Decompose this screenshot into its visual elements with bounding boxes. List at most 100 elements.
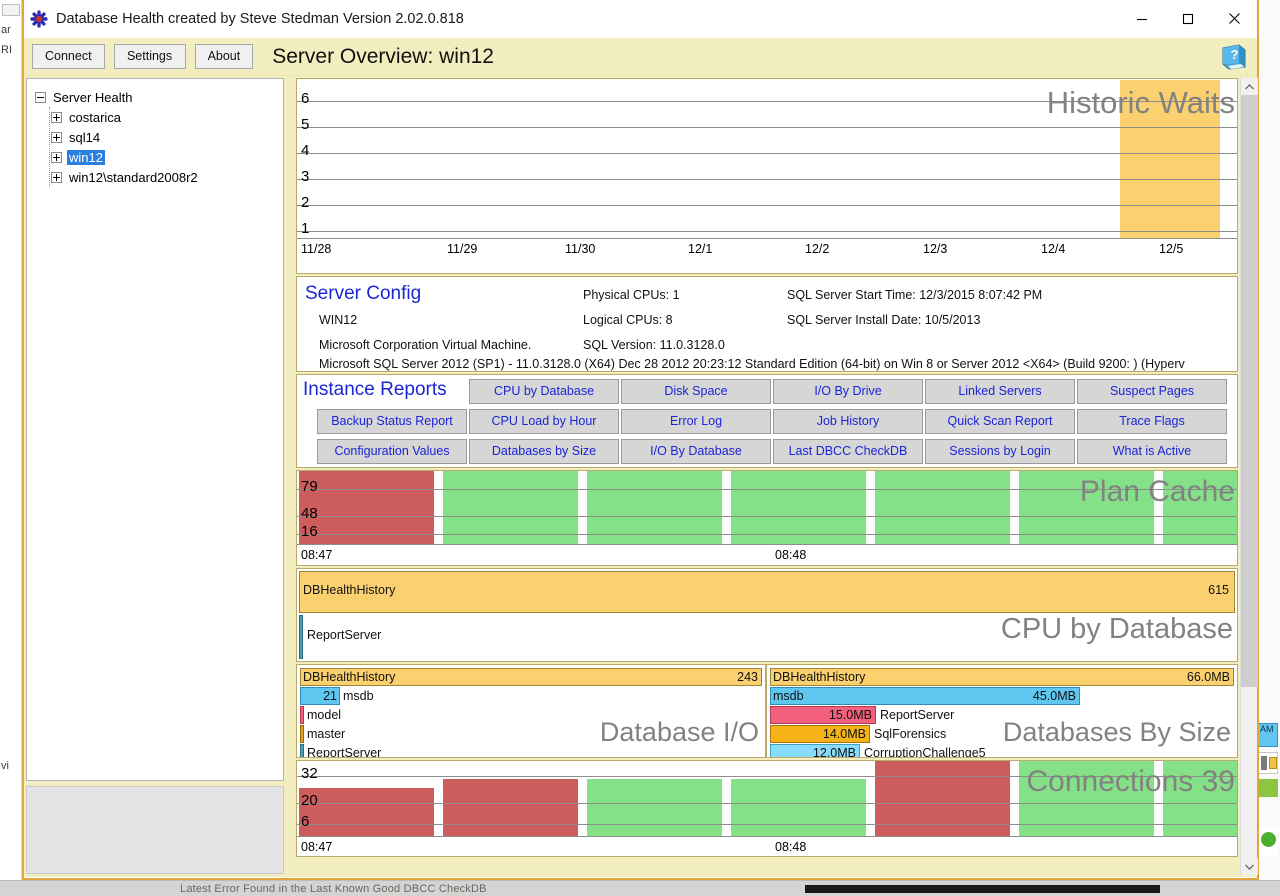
x-tick-label: 11/29 — [447, 242, 477, 256]
tree-node-win12[interactable]: win12 — [35, 147, 283, 167]
y-tick-label: 4 — [301, 143, 309, 158]
report-button-disk-space[interactable]: Disk Space — [621, 379, 771, 404]
x-tick-label: 11/30 — [565, 242, 595, 256]
window-body: Server Health costarica sql14 — [24, 76, 1257, 877]
instance-reports-title: Instance Reports — [303, 379, 447, 401]
db-size-value: 66.0MB — [1187, 668, 1230, 686]
toolbar: Connect Settings About Server Overview: … — [24, 38, 1257, 76]
expand-icon[interactable] — [51, 152, 62, 163]
report-button-quick-scan-report[interactable]: Quick Scan Report — [925, 409, 1075, 434]
svg-text:?: ? — [1231, 47, 1239, 62]
connections-bar — [443, 779, 578, 836]
gridline — [297, 153, 1237, 154]
x-tick-label: 08:47 — [301, 840, 332, 854]
title-bar: Database Health created by Steve Stedman… — [24, 0, 1257, 38]
server-config-panel: Server Config WIN12 Microsoft Corporatio… — [296, 276, 1238, 372]
collapse-icon[interactable] — [35, 92, 46, 103]
connect-button[interactable]: Connect — [32, 44, 105, 69]
historic-waits-highlight — [1120, 80, 1220, 238]
y-tick-label: 48 — [301, 506, 318, 521]
report-button-linked-servers[interactable]: Linked Servers — [925, 379, 1075, 404]
background-left-tile — [2, 4, 20, 16]
window-controls — [1119, 0, 1257, 38]
report-button-trace-flags[interactable]: Trace Flags — [1077, 409, 1227, 434]
scroll-up-arrow-icon[interactable] — [1241, 78, 1258, 95]
machine-info: Microsoft Corporation Virtual Machine. — [319, 338, 531, 352]
about-button[interactable]: About — [195, 44, 254, 69]
background-left-fragment-1: ar — [1, 24, 11, 36]
db-io-bar — [300, 744, 304, 758]
db-io-name: msdb — [343, 687, 374, 705]
db-size-value: 45.0MB — [770, 687, 1076, 705]
report-button-configuration-values[interactable]: Configuration Values — [317, 439, 467, 464]
instance-reports-panel: Instance Reports CPU by Database Disk Sp… — [296, 374, 1238, 468]
report-button-io-by-database[interactable]: I/O By Database — [621, 439, 771, 464]
report-button-job-history[interactable]: Job History — [773, 409, 923, 434]
background-left-fragment-3: vi — [1, 760, 9, 772]
gridline — [297, 776, 1237, 777]
db-size-name: CorruptionChallenge5 — [864, 744, 986, 758]
page-title: Server Overview: win12 — [272, 45, 494, 69]
report-button-cpu-load-by-hour[interactable]: CPU Load by Hour — [469, 409, 619, 434]
report-button-what-is-active[interactable]: What is Active — [1077, 439, 1227, 464]
tree-node-win12-standard2008r2[interactable]: win12\standard2008r2 — [35, 167, 283, 187]
gridline — [297, 534, 1237, 535]
expand-icon[interactable] — [51, 172, 62, 183]
gear-asterisk-icon — [30, 10, 48, 28]
report-button-databases-by-size[interactable]: Databases by Size — [469, 439, 619, 464]
x-tick-label: 08:47 — [301, 548, 332, 562]
content-scrollbar[interactable] — [1240, 78, 1257, 875]
gridline — [297, 101, 1237, 102]
tree-node-sql14[interactable]: sql14 — [35, 127, 283, 147]
report-button-suspect-pages[interactable]: Suspect Pages — [1077, 379, 1227, 404]
background-right-green-block — [1258, 779, 1278, 797]
report-button-last-dbcc-checkdb[interactable]: Last DBCC CheckDB — [773, 439, 923, 464]
cpu-db-name: ReportServer — [307, 628, 381, 642]
x-tick-label: 12/4 — [1041, 242, 1065, 256]
expand-icon[interactable] — [51, 132, 62, 143]
db-size-value: 14.0MB — [770, 725, 866, 743]
scroll-down-arrow-icon[interactable] — [1241, 858, 1258, 875]
cpu-db-value: 615 — [1208, 583, 1229, 597]
report-button-sessions-by-login[interactable]: Sessions by Login — [925, 439, 1075, 464]
connections-panel[interactable]: 32 20 6 08:47 08:48 Connections 39 — [296, 760, 1238, 857]
minimize-button[interactable] — [1119, 0, 1165, 38]
expand-icon[interactable] — [51, 112, 62, 123]
tree-node-costarica[interactable]: costarica — [35, 107, 283, 127]
server-tree-pane[interactable]: Server Health costarica sql14 — [26, 78, 284, 781]
report-button-backup-status-report[interactable]: Backup Status Report — [317, 409, 467, 434]
sql-version: SQL Version: 11.0.3128.0 — [583, 338, 725, 352]
database-io-panel[interactable]: DBHealthHistory 243 21 msdb model m — [296, 664, 766, 758]
gridline — [297, 516, 1237, 517]
report-button-cpu-by-database[interactable]: CPU by Database — [469, 379, 619, 404]
databases-by-size-panel[interactable]: DBHealthHistory 66.0MB msdb 45.0MB 15.0M… — [766, 664, 1238, 758]
y-tick-label: 5 — [301, 117, 309, 132]
server-config-title: Server Config — [305, 283, 421, 305]
help-book-icon[interactable]: ? — [1219, 42, 1249, 72]
plan-cache-panel[interactable]: 79 48 16 08:47 08:48 Plan Cache — [296, 470, 1238, 566]
cpu-by-database-panel[interactable]: DBHealthHistory 615 ReportServer CPU by … — [296, 568, 1238, 662]
y-tick-label: 3 — [301, 169, 309, 184]
tree-node-label: win12 — [67, 150, 105, 165]
y-tick-label: 20 — [301, 793, 318, 808]
historic-waits-panel[interactable]: 6 5 4 3 2 1 11/28 11/29 11/30 12/1 12/2 … — [296, 78, 1238, 274]
y-tick-label: 6 — [301, 91, 309, 106]
gridline — [297, 179, 1237, 180]
report-button-io-by-drive[interactable]: I/O By Drive — [773, 379, 923, 404]
maximize-button[interactable] — [1165, 0, 1211, 38]
close-button[interactable] — [1211, 0, 1257, 38]
settings-button[interactable]: Settings — [114, 44, 186, 69]
y-tick-label: 1 — [301, 221, 309, 236]
scrollbar-thumb[interactable] — [1241, 95, 1258, 687]
connections-bar — [731, 779, 866, 836]
logical-cpus: Logical CPUs: 8 — [583, 313, 673, 327]
background-right-window: AM — [1256, 0, 1280, 880]
y-tick-label: 32 — [301, 766, 318, 781]
gridline — [297, 231, 1237, 232]
report-button-error-log[interactable]: Error Log — [621, 409, 771, 434]
connections-bar — [587, 779, 722, 836]
background-right-thumb — [1258, 752, 1278, 774]
desktop-background: ar RI vi AM Latest Error Found in the La… — [0, 0, 1280, 896]
tree-node-server-health[interactable]: Server Health — [35, 87, 283, 107]
x-tick-label: 08:48 — [775, 840, 806, 854]
